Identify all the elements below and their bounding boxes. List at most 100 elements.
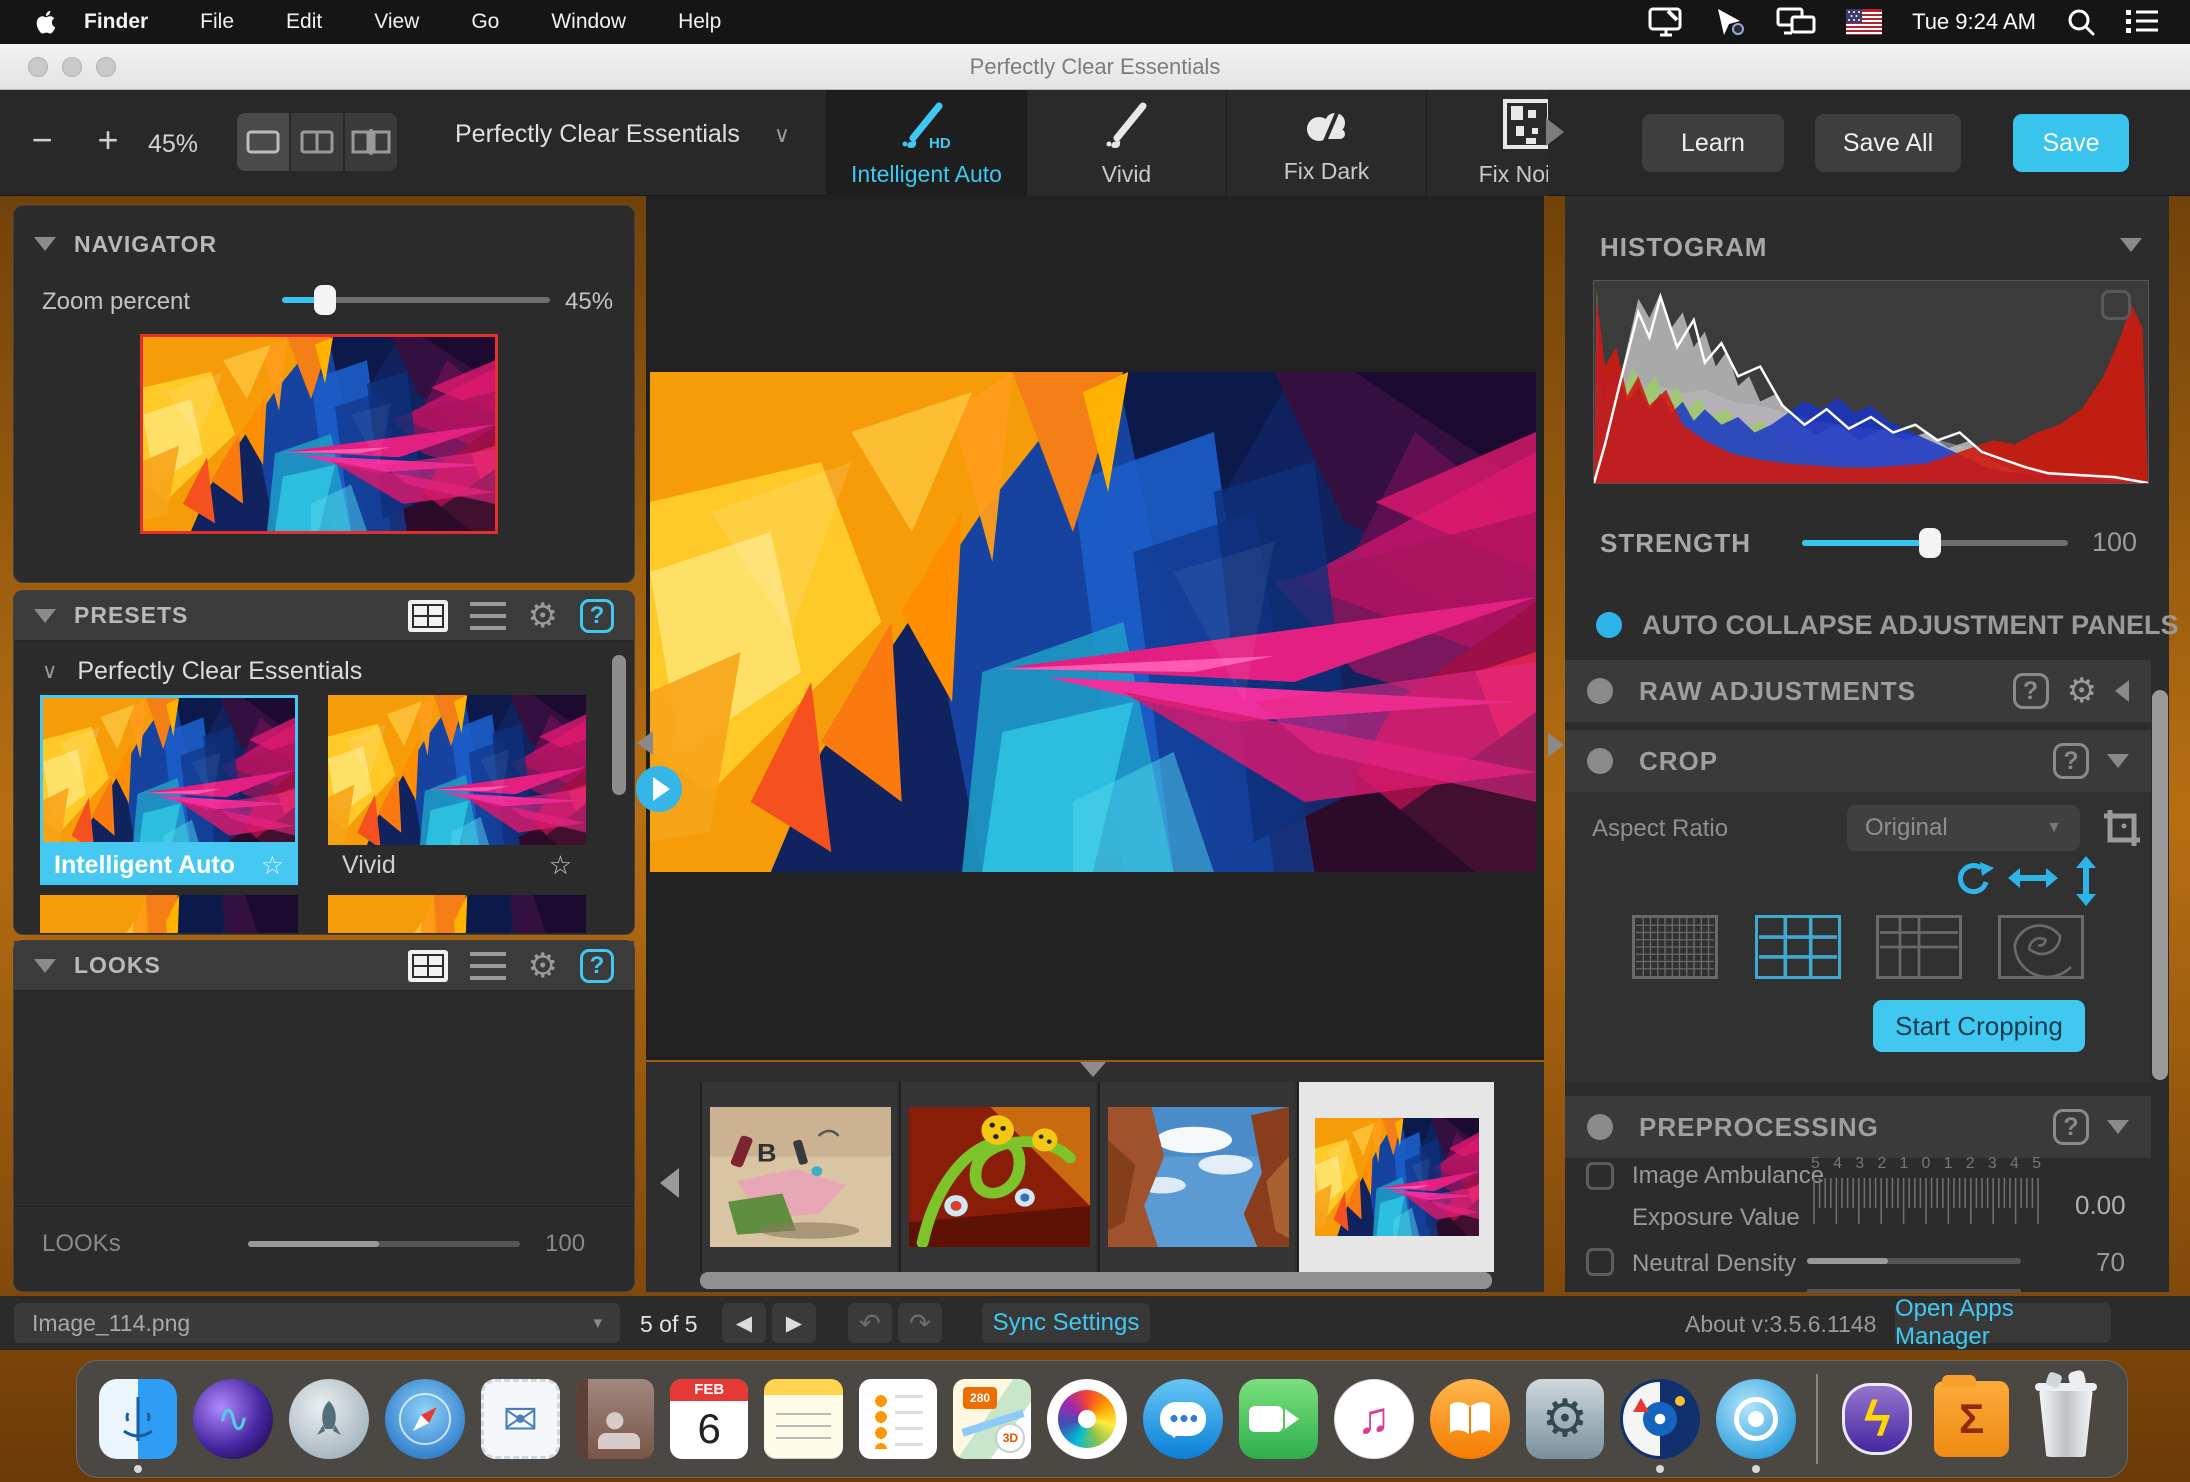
list-view-icon[interactable] — [470, 952, 506, 980]
filmstrip-prev-icon[interactable] — [660, 1168, 679, 1198]
preset-scroll-right-icon[interactable] — [1546, 118, 1564, 146]
panel-enable-dot[interactable] — [1587, 1114, 1613, 1140]
pointer-icon[interactable] — [1714, 7, 1746, 37]
help-icon[interactable]: ? — [2053, 743, 2089, 779]
histogram-checkbox[interactable] — [2101, 290, 2131, 320]
filmstrip-scrollbar[interactable] — [700, 1272, 1492, 1289]
display-icon[interactable] — [1648, 7, 1684, 37]
help-icon[interactable]: ? — [580, 599, 614, 633]
view-split-button[interactable] — [291, 113, 343, 171]
exposure-ruler[interactable]: 54321012345 — [1811, 1155, 2041, 1232]
filmstrip-thumb-art[interactable] — [1297, 1082, 1494, 1272]
save-button[interactable]: Save — [2013, 114, 2129, 172]
looks-slider[interactable] — [248, 1241, 520, 1247]
toolbar-preset-vivid[interactable]: Vivid — [1026, 90, 1226, 196]
start-cropping-button[interactable]: Start Cropping — [1873, 1000, 2085, 1052]
dock-bolt-app-icon[interactable]: ϟ — [1838, 1379, 1916, 1459]
crop-tool-icon[interactable] — [2100, 806, 2144, 850]
preset-thumb-partial[interactable] — [40, 895, 298, 933]
sync-settings-button[interactable]: Sync Settings — [982, 1303, 1150, 1343]
dock-photos-icon[interactable] — [1047, 1379, 1127, 1459]
collapse-icon[interactable] — [2120, 238, 2142, 252]
mirroring-icon[interactable] — [1776, 7, 1816, 37]
zoom-out-button[interactable]: − — [22, 122, 62, 162]
gear-icon[interactable]: ⚙ — [528, 601, 558, 631]
view-sidebyside-button[interactable] — [345, 113, 397, 171]
navigator-thumbnail[interactable] — [140, 334, 498, 534]
redo-button[interactable]: ↷ — [898, 1303, 942, 1343]
gear-icon[interactable]: ⚙ — [528, 951, 558, 981]
dock-calendar-icon[interactable]: FEB6 — [670, 1379, 748, 1459]
auto-collapse-toggle[interactable] — [1596, 612, 1622, 638]
flip-horizontal-icon[interactable] — [2008, 864, 2058, 892]
dock-maps-icon[interactable]: 3D280 — [953, 1379, 1031, 1459]
dock-perfectly-clear-icon[interactable] — [1620, 1379, 1700, 1459]
collapse-icon[interactable] — [34, 609, 56, 623]
toolbar-preset-intelligent-auto[interactable]: HDIntelligent Auto — [826, 90, 1026, 196]
preset-label-intelligent-auto[interactable]: Intelligent Auto☆ — [40, 845, 298, 885]
collapse-right-panel-icon[interactable] — [1548, 733, 1564, 757]
dock-contacts-icon[interactable]: ● — [576, 1379, 654, 1459]
presets-scrollbar[interactable] — [612, 655, 626, 935]
toolbar-preset-fix-noise[interactable]: Fix Noise — [1426, 90, 1548, 196]
notification-center-icon[interactable] — [2126, 8, 2160, 36]
collapse-icon[interactable] — [34, 237, 56, 251]
strength-slider[interactable] — [1802, 540, 2068, 546]
preset-thumb-vivid[interactable] — [328, 695, 586, 845]
filmstrip-thumb-canyon[interactable] — [1098, 1082, 1295, 1272]
dock-finder-icon[interactable] — [99, 1379, 177, 1459]
dock-messages-icon[interactable] — [1143, 1379, 1223, 1459]
favorite-star-icon[interactable]: ☆ — [549, 850, 572, 881]
grid-option-thirds[interactable] — [1755, 915, 1841, 979]
dock-ibooks-icon[interactable] — [1430, 1379, 1510, 1459]
dock-mail-icon[interactable]: ✉ — [481, 1379, 559, 1459]
image-ambulance-checkbox[interactable] — [1586, 1162, 1614, 1190]
sidebar-scrollbar[interactable] — [2152, 690, 2168, 1080]
open-apps-manager-button[interactable]: Open Apps Manager — [1895, 1303, 2111, 1343]
dock-facetime-icon[interactable] — [1239, 1379, 1317, 1459]
collapse-left-panel-icon[interactable] — [637, 731, 653, 755]
before-after-handle[interactable] — [636, 766, 682, 812]
menu-item-window[interactable]: Window — [525, 0, 652, 44]
filmstrip-thumb-curl[interactable] — [899, 1082, 1096, 1272]
dock-trash-icon[interactable] — [2027, 1379, 2105, 1459]
dock-aperture-app-icon[interactable] — [1716, 1379, 1796, 1459]
menu-item-view[interactable]: View — [348, 0, 445, 44]
menu-item-file[interactable]: File — [174, 0, 260, 44]
learn-button[interactable]: Learn — [1642, 114, 1784, 172]
crop-header[interactable]: CROP ? — [1565, 730, 2151, 792]
preset-thumb-partial[interactable] — [328, 895, 586, 933]
aspect-ratio-dropdown[interactable]: Original ▼ — [1847, 805, 2080, 851]
favorite-star-icon[interactable]: ☆ — [261, 850, 284, 881]
panel-enable-dot[interactable] — [1587, 748, 1613, 774]
collapse-icon[interactable] — [34, 959, 56, 973]
chevron-down-icon[interactable]: ∨ — [42, 659, 57, 684]
collapse-left-icon[interactable] — [2115, 680, 2129, 702]
flip-vertical-icon[interactable] — [2072, 856, 2100, 906]
raw-adjustments-header[interactable]: RAW ADJUSTMENTS ? ⚙ — [1565, 660, 2151, 722]
menu-item-finder[interactable]: Finder — [58, 0, 174, 44]
help-icon[interactable]: ? — [580, 949, 614, 983]
grid-option-half[interactable] — [1876, 915, 1962, 979]
previous-image-button[interactable]: ◀ — [722, 1303, 766, 1343]
help-icon[interactable]: ? — [2053, 1109, 2089, 1145]
collapse-icon[interactable] — [2107, 754, 2129, 768]
gear-icon[interactable]: ⚙ — [2067, 676, 2097, 706]
grid-option-fine[interactable] — [1632, 915, 1718, 979]
dock-sigma-folder-icon[interactable]: Σ — [1932, 1379, 2010, 1459]
dock-notes-icon[interactable] — [764, 1379, 842, 1459]
window-title-bar[interactable]: Perfectly Clear Essentials — [0, 44, 2190, 90]
dock-itunes-icon[interactable]: ♫ — [1334, 1379, 1414, 1459]
preset-label-vivid[interactable]: Vivid☆ — [328, 845, 586, 885]
menu-clock[interactable]: Tue 9:24 AM — [1912, 9, 2036, 35]
zoom-percent-slider[interactable] — [282, 297, 550, 303]
menu-item-go[interactable]: Go — [445, 0, 525, 44]
us-flag-icon[interactable] — [1846, 9, 1882, 35]
save-all-button[interactable]: Save All — [1815, 114, 1961, 172]
menu-item-help[interactable]: Help — [652, 0, 747, 44]
panel-enable-dot[interactable] — [1587, 678, 1613, 704]
spotlight-icon[interactable] — [2066, 7, 2096, 37]
preset-group-dropdown[interactable]: Perfectly Clear Essentials ∨ — [455, 120, 815, 149]
dock-safari-icon[interactable] — [385, 1379, 465, 1459]
rotate-icon[interactable] — [1952, 860, 1996, 898]
